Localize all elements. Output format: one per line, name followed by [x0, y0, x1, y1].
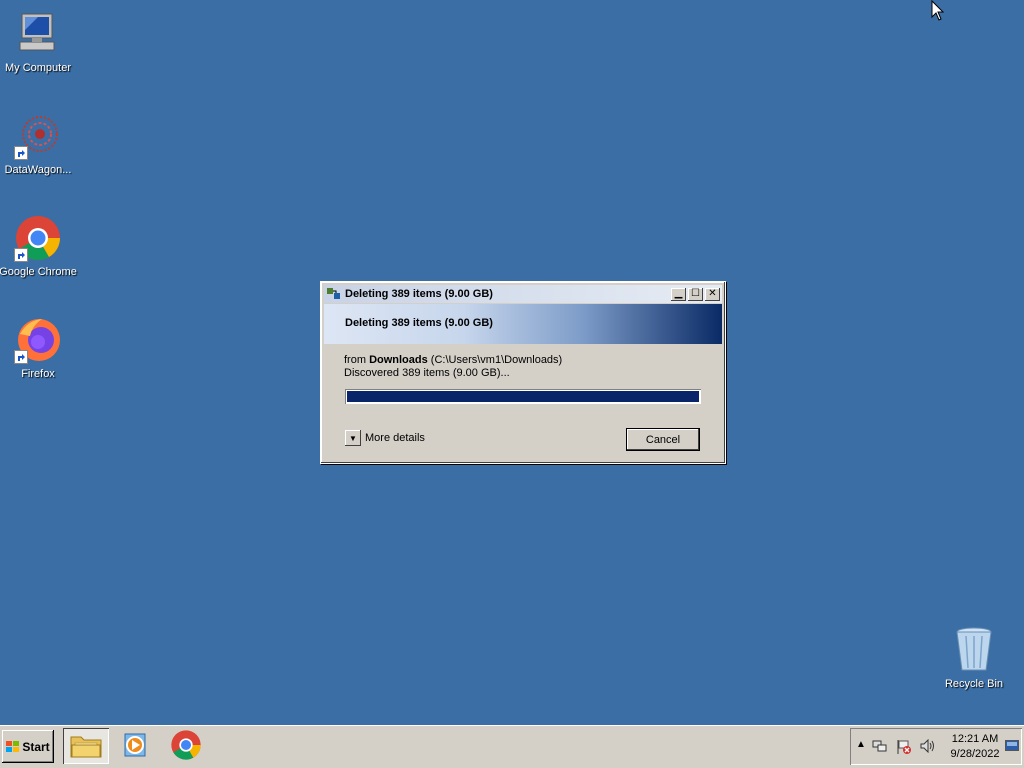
media-player-icon — [122, 731, 150, 762]
network-icon[interactable] — [872, 739, 888, 756]
mouse-cursor-icon — [931, 0, 945, 25]
minimize-button[interactable]: ▁ — [671, 287, 686, 301]
clock-time: 12:21 AM — [951, 733, 999, 745]
clock-date: 9/28/2022 — [950, 748, 1000, 760]
desktop-icon-label: Firefox — [21, 368, 55, 380]
delete-progress-bar — [345, 389, 701, 404]
chrome-icon — [170, 729, 202, 764]
progress-fill — [347, 391, 699, 402]
start-label: Start — [22, 739, 50, 754]
computer-icon — [14, 10, 62, 58]
delete-progress-icon — [327, 287, 341, 301]
recycle-bin-icon — [950, 626, 998, 674]
chevron-down-icon[interactable]: ▼ — [345, 430, 361, 446]
show-hidden-icons-chevron-up-icon[interactable]: ▲ — [856, 739, 866, 750]
dialog-banner: Deleting 389 items (9.00 GB) — [324, 304, 722, 344]
cancel-button[interactable]: Cancel — [626, 428, 700, 451]
taskbar-chrome-button[interactable] — [163, 728, 209, 764]
shortcut-arrow-icon — [14, 146, 28, 160]
banner-title: Deleting 389 items (9.00 GB) — [345, 317, 493, 329]
source-folder-line: from Downloads (C:\Users\vm1\Downloads) — [344, 354, 562, 366]
firefox-icon — [14, 316, 62, 364]
close-icon: ✕ — [708, 288, 717, 299]
taskbar-media-player-button[interactable] — [113, 728, 159, 764]
desktop-icon-my-computer[interactable]: My Computer — [0, 10, 80, 74]
taskbar: Start ▲ 12:21 AM 9/28/2022 — [0, 725, 1024, 768]
desktop-icon-label: Recycle Bin — [944, 678, 1004, 690]
close-button[interactable]: ✕ — [705, 287, 720, 301]
maximize-icon: ☐ — [691, 288, 700, 299]
desktop-icon-label: DataWagon... — [4, 164, 72, 176]
delete-progress-dialog: Deleting 389 items (9.00 GB) ▁ ☐ ✕ Delet… — [320, 281, 726, 464]
system-clock[interactable]: 12:21 AM 9/28/2022 — [945, 732, 1005, 762]
dialog-titlebar[interactable]: Deleting 389 items (9.00 GB) ▁ ☐ ✕ — [324, 285, 722, 303]
shortcut-arrow-icon — [14, 248, 28, 262]
explorer-icon — [69, 731, 103, 762]
source-folder-name: Downloads — [369, 354, 428, 366]
volume-icon[interactable] — [920, 738, 936, 756]
from-prefix: from — [344, 354, 366, 366]
shortcut-arrow-icon — [14, 350, 28, 364]
desktop-icon-recycle-bin[interactable]: Recycle Bin — [932, 626, 1016, 690]
more-details-label: More details — [365, 432, 425, 444]
datawagon-icon — [14, 112, 62, 160]
maximize-button[interactable]: ☐ — [688, 287, 703, 301]
start-button[interactable]: Start — [2, 730, 54, 763]
desktop-icon-google-chrome[interactable]: Google Chrome — [0, 214, 80, 278]
chrome-icon — [14, 214, 62, 262]
desktop-icon-label: My Computer — [4, 62, 72, 74]
action-center-flag-icon[interactable] — [896, 739, 912, 758]
windows-logo-icon — [6, 740, 20, 753]
desktop-icon-firefox[interactable]: Firefox — [0, 316, 80, 380]
source-folder-path: (C:\Users\vm1\Downloads) — [430, 354, 563, 366]
more-details-toggle[interactable]: ▼ More details — [345, 430, 425, 446]
discovered-status: Discovered 389 items (9.00 GB)... — [344, 367, 510, 379]
desktop-icon-datawagon[interactable]: DataWagon... — [0, 112, 80, 176]
taskbar-explorer-button[interactable] — [63, 728, 109, 764]
system-tray: ▲ 12:21 AM 9/28/2022 — [850, 728, 1022, 765]
desktop-icon-label: Google Chrome — [0, 266, 77, 278]
show-desktop-icon[interactable] — [1005, 740, 1019, 755]
minimize-icon: ▁ — [674, 288, 683, 299]
dialog-title: Deleting 389 items (9.00 GB) — [345, 288, 493, 300]
